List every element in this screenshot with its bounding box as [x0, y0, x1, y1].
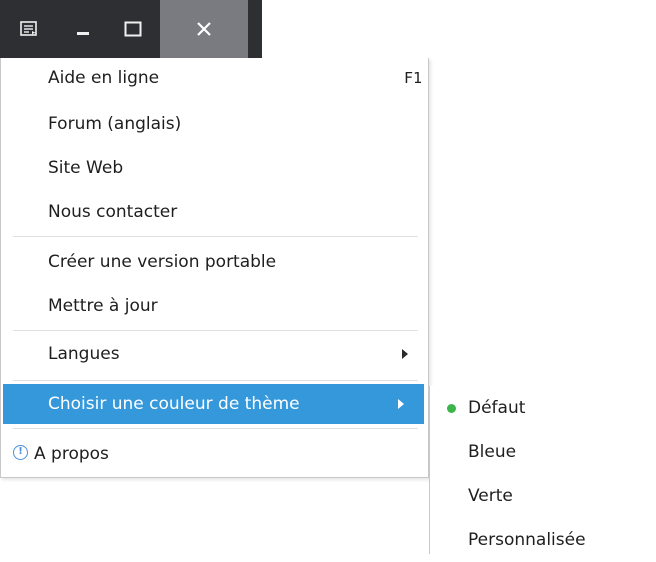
submenu-item-verte[interactable]: Verte [430, 474, 656, 518]
submenu-item-personnalisee[interactable]: Personnalisée [430, 518, 656, 562]
menu-item-label: Langues [48, 344, 120, 364]
submenu-item-label: Défaut [468, 398, 526, 418]
menu-icon[interactable] [6, 0, 52, 58]
shortcut-label: F1 [403, 69, 422, 87]
submenu-arrow-icon [398, 399, 404, 409]
close-icon [197, 22, 211, 36]
menu-item-langues[interactable]: Langues [1, 334, 428, 374]
context-menu: Aide en ligne F1 Forum (anglais) Site We… [0, 58, 429, 478]
maximize-icon [124, 21, 142, 37]
menu-separator [13, 236, 418, 237]
menu-item-label: Aide en ligne [48, 68, 160, 88]
submenu-item-bleue[interactable]: Bleue [430, 430, 656, 474]
menu-item-nous-contacter[interactable]: Nous contacter [1, 192, 428, 232]
menu-separator [13, 330, 418, 331]
menu-item-label: Site Web [48, 158, 124, 178]
menu-item-creer-version-portable[interactable]: Créer une version portable [1, 242, 428, 282]
menu-item-site-web[interactable]: Site Web [1, 148, 428, 188]
close-button[interactable] [160, 0, 248, 58]
title-bar [0, 0, 262, 58]
minimize-icon [77, 32, 89, 35]
submenu-item-label: Personnalisée [468, 530, 586, 550]
menu-item-choisir-couleur-theme[interactable]: Choisir une couleur de thème [3, 384, 424, 424]
menu-separator [13, 428, 418, 429]
theme-color-submenu: Défaut Bleue Verte Personnalisée [429, 386, 656, 554]
menu-item-a-propos[interactable]: ! A propos [1, 434, 428, 474]
menu-separator [13, 380, 418, 381]
menu-item-label: Mettre à jour [48, 296, 158, 316]
menu-item-mettre-a-jour[interactable]: Mettre à jour [1, 286, 428, 326]
menu-item-label: Forum (anglais) [48, 114, 182, 134]
minimize-button[interactable] [58, 0, 108, 58]
submenu-item-label: Verte [468, 486, 513, 506]
submenu-item-label: Bleue [468, 442, 517, 462]
menu-item-label: Créer une version portable [48, 252, 277, 272]
selected-dot-icon [447, 404, 456, 413]
submenu-item-defaut[interactable]: Défaut [430, 386, 656, 430]
menu-item-label: Nous contacter [48, 202, 178, 222]
submenu-arrow-icon [402, 349, 408, 359]
menu-item-label: Choisir une couleur de thème [48, 394, 300, 414]
maximize-button[interactable] [108, 0, 158, 58]
menu-item-label: A propos [34, 444, 109, 464]
info-icon: ! [13, 445, 28, 460]
menu-item-forum[interactable]: Forum (anglais) [1, 104, 428, 144]
menu-item-aide-en-ligne[interactable]: Aide en ligne F1 [1, 58, 428, 98]
